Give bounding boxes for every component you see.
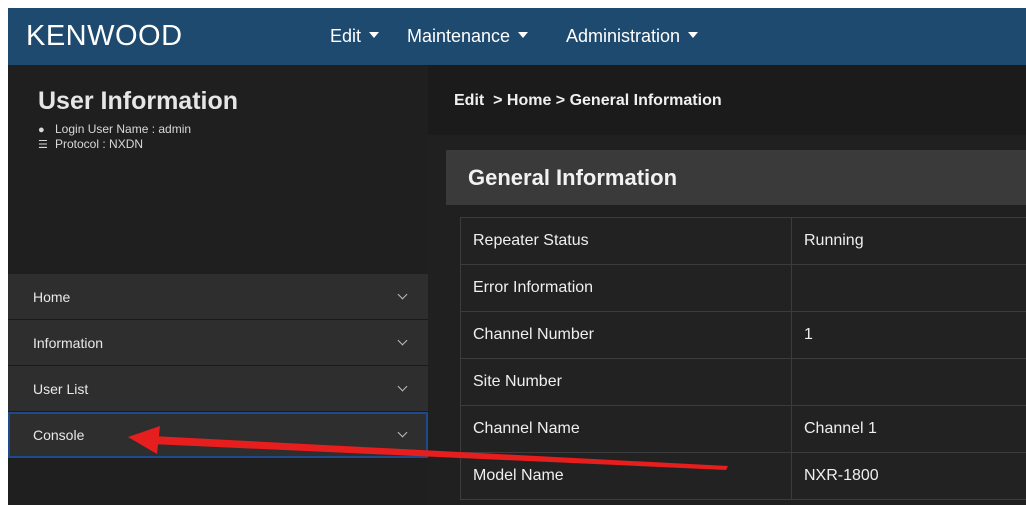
sidebar-item-label: Home <box>33 289 71 305</box>
general-info-table: Repeater Status Running Error Informatio… <box>460 217 1026 500</box>
sidebar-item-label: User List <box>33 381 89 397</box>
chevron-down-icon <box>397 289 408 300</box>
sidebar-item-console[interactable]: Console <box>8 412 428 458</box>
table-row: Site Number <box>460 358 1026 406</box>
breadcrumb-text: Edit > Home > General Information <box>454 92 722 109</box>
nav-administration-label: Administration <box>566 26 681 46</box>
kenwood-logo: KENWOOD <box>26 20 183 52</box>
protocol-text: Protocol : NXDN <box>55 137 144 151</box>
caret-down-icon <box>518 32 529 39</box>
nav-maintenance-menu[interactable]: Maintenance <box>407 26 529 47</box>
sidebar-item-information[interactable]: Information <box>8 320 428 366</box>
breadcrumb: Edit > Home > General Information <box>428 65 1026 135</box>
row-label: Model Name <box>460 452 792 500</box>
sidebar-item-label: Information <box>33 335 104 351</box>
sidebar: User Information ● Login User Name : admi… <box>8 65 428 505</box>
row-label: Channel Number <box>460 311 792 359</box>
caret-down-icon <box>688 32 699 39</box>
top-navbar: KENWOOD Edit Maintenance Administration <box>8 8 1026 65</box>
login-user-line: ● Login User Name : admin <box>38 122 191 136</box>
table-row: Channel Name Channel 1 <box>460 405 1026 453</box>
chevron-down-icon <box>397 335 408 346</box>
chevron-down-icon <box>397 427 408 438</box>
row-value: NXR-1800 <box>791 452 1026 500</box>
sidebar-menu: Home Information User List Console <box>8 274 428 458</box>
main-content: Edit > Home > General Information Genera… <box>428 65 1026 505</box>
nav-maintenance-label: Maintenance <box>407 26 511 46</box>
row-value <box>791 264 1026 312</box>
row-label: Error Information <box>460 264 792 312</box>
protocol-line: ☰ Protocol : NXDN <box>38 137 143 151</box>
sidebar-item-user-list[interactable]: User List <box>8 366 428 412</box>
row-value: Running <box>791 217 1026 265</box>
app-window: KENWOOD Edit Maintenance Administration … <box>8 8 1026 505</box>
user-info-title: User Information <box>38 87 239 115</box>
nav-administration-menu[interactable]: Administration <box>566 26 699 47</box>
nav-edit-label: Edit <box>330 26 362 46</box>
panel-header: General Information <box>446 150 1026 205</box>
table-row: Error Information <box>460 264 1026 312</box>
row-label: Channel Name <box>460 405 792 453</box>
sidebar-item-home[interactable]: Home <box>8 274 428 320</box>
table-row: Channel Number 1 <box>460 311 1026 359</box>
nav-edit-menu[interactable]: Edit <box>330 26 380 47</box>
chevron-down-icon <box>397 381 408 392</box>
row-value: Channel 1 <box>791 405 1026 453</box>
table-row: Model Name NXR-1800 <box>460 452 1026 500</box>
table-row: Repeater Status Running <box>460 217 1026 265</box>
row-label: Site Number <box>460 358 792 406</box>
row-value <box>791 358 1026 406</box>
row-label: Repeater Status <box>460 217 792 265</box>
caret-down-icon <box>369 32 380 39</box>
sidebar-item-label: Console <box>33 427 85 443</box>
page-title: General Information <box>468 165 678 190</box>
list-icon: ☰ <box>38 139 48 151</box>
user-icon: ● <box>38 124 45 136</box>
row-value: 1 <box>791 311 1026 359</box>
login-user-text: Login User Name : admin <box>55 122 192 136</box>
